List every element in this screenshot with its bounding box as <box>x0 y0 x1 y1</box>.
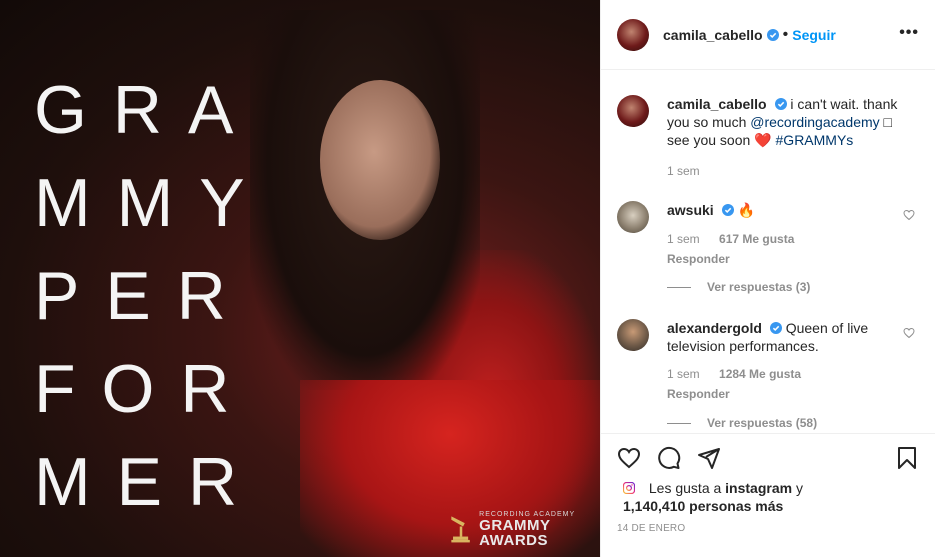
view-replies-button[interactable]: Ver respuestas (58) <box>667 416 817 430</box>
likes-conj: y <box>795 480 803 496</box>
caption-row: camila_cabello i can't wait. thank you s… <box>617 95 919 180</box>
instagram-icon <box>623 482 635 494</box>
verified-icon <box>766 28 779 41</box>
badge-main-text: GRAMMY AWARDS <box>479 516 551 549</box>
poster-line: GRA <box>34 72 260 148</box>
comment-time[interactable]: 1 sem <box>667 367 700 381</box>
replies-divider <box>667 422 691 424</box>
caption-hashtag[interactable]: #GRAMMYs <box>776 132 854 148</box>
heart-emoji: ❤️ <box>754 133 772 149</box>
likes-prefix: Les gusta a <box>648 480 722 496</box>
post-actions: Les gusta a instagram y 1,140,410 person… <box>601 433 935 558</box>
reply-button[interactable]: Responder <box>667 250 907 268</box>
verified-icon <box>774 98 787 110</box>
comments-list[interactable]: camila_cabello i can't wait. thank you s… <box>601 71 935 433</box>
comment-item: awsuki 🔥 1 sem 617 Me gusta Responder <box>617 201 919 268</box>
comment-username[interactable]: awsuki <box>667 202 714 218</box>
post-date[interactable]: 14 DE ENERO <box>617 523 685 534</box>
separator-dot: • <box>782 25 789 43</box>
heart-icon[interactable] <box>903 327 915 339</box>
heart-icon[interactable] <box>903 209 915 221</box>
view-replies-label[interactable]: Ver respuestas (3) <box>707 280 810 294</box>
comment-likes[interactable]: 1284 Me gusta <box>719 367 801 381</box>
avatar[interactable] <box>617 319 649 351</box>
verified-icon <box>721 204 734 216</box>
replies-divider <box>667 286 691 288</box>
view-replies-label[interactable]: Ver respuestas (58) <box>707 416 817 430</box>
gramophone-icon <box>451 516 470 543</box>
poster-line: MER <box>34 444 264 520</box>
heart-icon[interactable] <box>617 446 641 470</box>
comment-username[interactable]: alexandergold <box>667 320 762 336</box>
header-username[interactable]: camila_cabello <box>663 27 763 43</box>
likes-summary[interactable]: Les gusta a instagram y 1,140,410 person… <box>623 479 803 515</box>
image-figure-face <box>320 80 440 240</box>
caption-mention[interactable]: @recordingacademy <box>750 114 879 130</box>
comment-likes[interactable]: 617 Me gusta <box>719 232 794 246</box>
post-image[interactable]: GRA MMY PER FOR MER RECORDING ACADEMY GR… <box>0 0 600 557</box>
follow-button[interactable]: Seguir <box>792 27 836 43</box>
caption-time[interactable]: 1 sem <box>667 164 700 178</box>
reply-button[interactable]: Responder <box>667 385 907 403</box>
comment-icon[interactable] <box>657 446 681 470</box>
verified-icon <box>769 322 782 334</box>
comment-text: 🔥 <box>737 203 755 219</box>
caption-username[interactable]: camila_cabello <box>667 96 767 112</box>
avatar[interactable] <box>617 18 649 51</box>
poster-text: GRA MMY PER FOR MER <box>34 64 271 529</box>
likes-user[interactable]: instagram <box>725 480 792 496</box>
action-icons <box>617 446 919 472</box>
avatar[interactable] <box>617 95 649 127</box>
more-icon[interactable]: ••• <box>899 24 919 42</box>
comment-item: alexandergold Queen of live television p… <box>617 319 919 403</box>
post-header: camila_cabello • Seguir ••• <box>601 0 935 70</box>
poster-line: MMY <box>34 165 271 241</box>
bookmark-icon[interactable] <box>895 446 919 470</box>
likes-count[interactable]: 1,140,410 personas más <box>623 498 783 514</box>
poster-line: FOR <box>34 351 256 427</box>
grammy-awards-logo: RECORDING ACADEMY GRAMMY AWARDS <box>448 510 600 548</box>
post-side-panel: camila_cabello • Seguir ••• camila_cabel… <box>600 0 935 557</box>
share-icon[interactable] <box>697 446 721 470</box>
comment-time[interactable]: 1 sem <box>667 232 700 246</box>
poster-line: PER <box>34 258 252 334</box>
view-replies-button[interactable]: Ver respuestas (3) <box>667 280 810 294</box>
avatar[interactable] <box>617 201 649 233</box>
